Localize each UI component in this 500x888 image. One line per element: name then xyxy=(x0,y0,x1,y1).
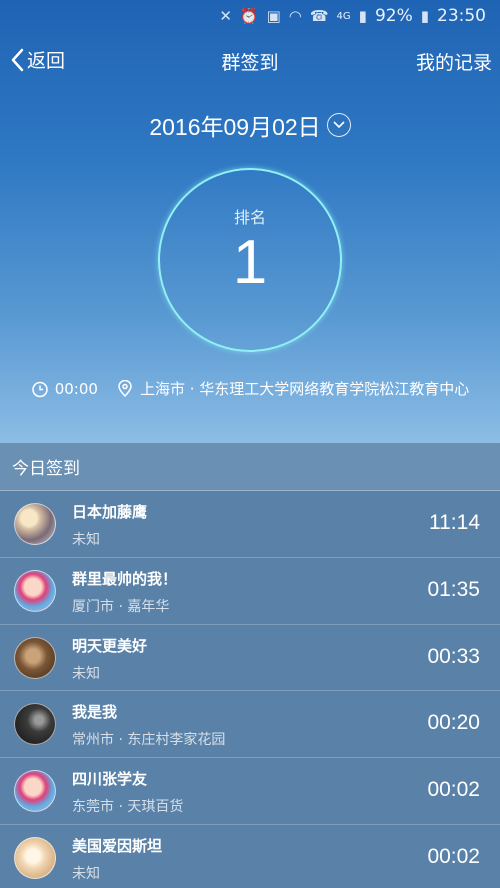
checkin-time: 00:02 xyxy=(427,778,480,802)
today-checkins-panel: 今日签到 日本加藤鹰 未知 11:14 群里最帅的我！ 厦门市 · 嘉年华 01… xyxy=(0,443,500,888)
user-name: 明天更美好 xyxy=(72,636,148,655)
nav-bar: 返回 群签到 我的记录 xyxy=(0,38,500,84)
checkin-time: 11:14 xyxy=(429,511,480,534)
list-item[interactable]: 日本加藤鹰 未知 11:14 xyxy=(0,491,500,558)
list-item[interactable]: 四川张学友 东莞市 · 天琪百货 00:02 xyxy=(0,758,500,825)
checkin-time: 00:02 xyxy=(427,844,480,868)
avatar xyxy=(14,836,56,879)
user-location: 未知 xyxy=(72,532,100,548)
avatar xyxy=(14,703,56,746)
avatar xyxy=(14,569,56,612)
checkin-meta: 00:00 上海市 · 华东理工大学网络教育学院松江教育中心 xyxy=(0,378,500,399)
user-name: 日本加藤鹰 xyxy=(72,503,148,521)
rank-value: 1 xyxy=(232,228,268,297)
my-records-button[interactable]: 我的记录 xyxy=(416,48,492,75)
panel-title: 今日签到 xyxy=(0,443,500,491)
user-name: 四川张学友 xyxy=(72,770,148,789)
checkin-location: 上海市 · 华东理工大学网络教育学院松江教育中心 xyxy=(139,380,470,398)
checkin-time: 00:20 xyxy=(427,711,480,735)
clock: 23:50 xyxy=(437,6,486,26)
status-bar: ✕ ⏰ ▣ ◠ ☎ 4G ▮ 92% ▮ 23:50 xyxy=(0,0,500,32)
phone-icon: ☎ xyxy=(309,7,329,25)
battery-icon: ▮ xyxy=(420,7,429,25)
user-location: 未知 xyxy=(72,665,100,682)
user-location: 厦门市 · 嘉年华 xyxy=(72,598,170,615)
list-item[interactable]: 我是我 常州市 · 东庄村李家花园 00:20 xyxy=(0,691,500,759)
chevron-left-icon xyxy=(11,48,24,71)
network-type: 4G xyxy=(336,10,351,22)
user-name: 美国爱因斯坦 xyxy=(72,836,163,855)
list-item[interactable]: 群里最帅的我！ 厦门市 · 嘉年华 01:35 xyxy=(0,558,500,625)
avatar xyxy=(14,636,56,679)
avatar xyxy=(14,770,56,813)
avatar xyxy=(14,503,56,545)
rank-circle: 排名 1 xyxy=(158,168,342,352)
list-item[interactable]: 美国爱因斯坦 未知 00:02 xyxy=(0,825,500,888)
date-label: 2016年09月02日 xyxy=(149,114,321,140)
date-picker[interactable]: 2016年09月02日 xyxy=(0,108,500,142)
location-pin-icon xyxy=(118,379,132,397)
mute-icon: ✕ xyxy=(219,7,232,25)
back-button[interactable]: 返回 xyxy=(10,46,65,73)
checkin-time: 00:33 xyxy=(427,644,480,668)
user-location: 未知 xyxy=(72,865,100,882)
user-location: 常州市 · 东庄村李家花园 xyxy=(72,732,226,749)
alarm-icon: ⏰ xyxy=(239,7,259,25)
user-name: 我是我 xyxy=(72,703,118,722)
chevron-down-icon[interactable] xyxy=(326,113,351,137)
lock-icon: ▣ xyxy=(266,7,281,25)
rank-label: 排名 xyxy=(233,208,266,227)
checkin-time: 01:35 xyxy=(427,577,480,601)
back-label: 返回 xyxy=(27,50,66,72)
signal-icon: ▮ xyxy=(358,7,367,25)
user-location: 东莞市 · 天琪百货 xyxy=(72,799,184,816)
user-name: 群里最帅的我！ xyxy=(72,569,178,588)
checkin-time: 00:00 xyxy=(54,379,98,398)
clock-icon xyxy=(31,381,48,397)
wifi-icon: ◠ xyxy=(288,7,302,25)
list-item[interactable]: 明天更美好 未知 00:33 xyxy=(0,625,500,692)
battery-percent: 92% xyxy=(374,6,413,26)
